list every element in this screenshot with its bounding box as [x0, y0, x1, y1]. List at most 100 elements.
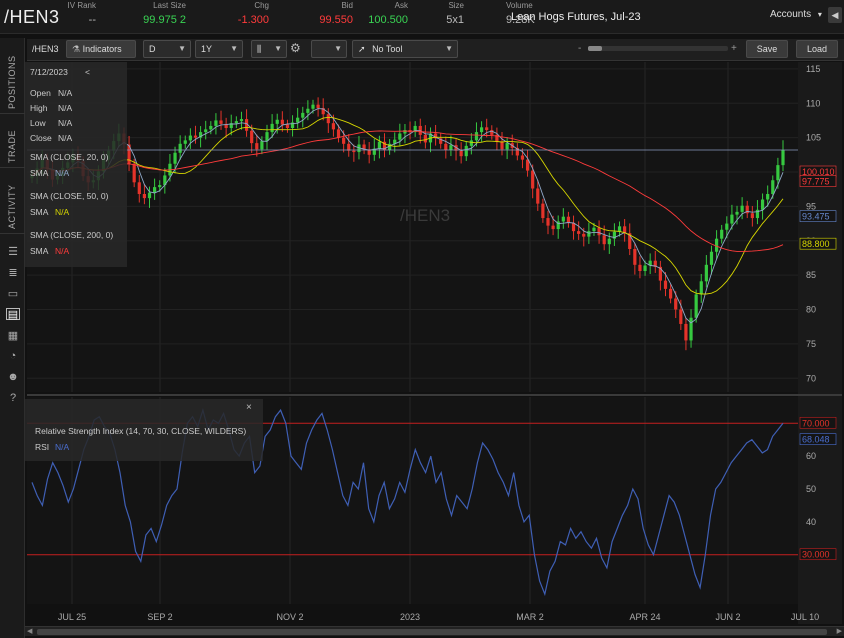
- candle: [173, 152, 177, 164]
- candle: [740, 205, 744, 212]
- candle: [735, 211, 739, 215]
- candle: [316, 104, 320, 109]
- candle: [551, 225, 555, 230]
- rsi-tick-label: 50: [806, 484, 816, 494]
- y-tick-label: 115: [806, 64, 820, 74]
- candle: [720, 229, 724, 239]
- candle: [730, 214, 734, 224]
- candle: [760, 199, 765, 210]
- candle: [714, 238, 719, 252]
- candle: [679, 309, 683, 324]
- y-tick-label: 85: [806, 270, 816, 280]
- candle: [250, 130, 254, 144]
- y-tick-label: 80: [806, 305, 816, 315]
- candle: [352, 150, 356, 153]
- candle: [505, 143, 509, 150]
- candle: [566, 216, 571, 223]
- candle: [663, 280, 668, 289]
- info-close-value: N/A: [58, 133, 73, 143]
- candle: [142, 194, 146, 199]
- y-tick-label: 105: [806, 133, 821, 143]
- sma-value: N/A: [55, 246, 70, 256]
- candle: [674, 298, 678, 310]
- x-tick-label: APR 24: [629, 612, 660, 622]
- candle: [459, 150, 463, 157]
- info-open-value: N/A: [58, 88, 73, 98]
- info-low-value: N/A: [58, 118, 73, 128]
- y-tick-label: 110: [806, 98, 820, 108]
- candle: [485, 127, 489, 131]
- x-tick-label: NOV 2: [276, 612, 303, 622]
- candle: [638, 264, 642, 271]
- scroll-right-icon[interactable]: ▶: [837, 627, 842, 635]
- candle: [255, 143, 259, 150]
- rsi-ref-badge-label: 30.000: [802, 550, 830, 560]
- rsi-ref-badge-label: 70.000: [802, 418, 830, 428]
- candle: [479, 127, 484, 133]
- candle: [306, 108, 310, 113]
- candle: [204, 129, 208, 133]
- candle: [137, 182, 141, 194]
- candle: [183, 140, 187, 144]
- info-low-label: Low: [30, 118, 46, 128]
- info-high-label: High: [30, 103, 48, 113]
- candle: [398, 133, 402, 140]
- candle: [633, 249, 637, 265]
- candle: [582, 233, 586, 237]
- candle: [577, 231, 581, 234]
- data-window: 7/12/2023 < Open N/A High N/A Low N/A Close N/A…: [25, 62, 127, 267]
- rsi-name: RSI: [35, 442, 50, 452]
- x-tick-label: SEP 2: [147, 612, 172, 622]
- candle: [520, 155, 525, 160]
- rsi-info-panel: Relative Strength Index (14, 70, 30, CLO…: [25, 399, 263, 461]
- candle: [188, 135, 192, 141]
- candle: [592, 227, 596, 232]
- candle: [725, 223, 729, 230]
- candle: [546, 218, 550, 226]
- candle: [669, 288, 673, 299]
- candle: [699, 281, 703, 295]
- y-tick-label: 95: [806, 201, 816, 211]
- x-tick-label: 2023: [400, 612, 420, 622]
- rsi-value: N/A: [55, 442, 70, 452]
- value-badge-label: 97.775: [802, 177, 830, 187]
- sma-value: N/A: [55, 207, 70, 217]
- sma-title: SMA (CLOSE, 20, 0): [30, 152, 109, 162]
- candle: [704, 264, 708, 282]
- candle: [331, 123, 336, 130]
- candle: [147, 192, 152, 199]
- price-axis: [798, 62, 842, 624]
- candle: [275, 119, 279, 124]
- candle: [193, 135, 198, 138]
- rsi-value-badge-label: 68.048: [802, 435, 830, 445]
- candle: [234, 121, 238, 124]
- candle: [153, 187, 157, 193]
- rsi-title: Relative Strength Index (14, 70, 30, CLO…: [35, 426, 247, 436]
- scroll-left-icon[interactable]: ◀: [27, 627, 32, 635]
- rsi-tick-label: 60: [806, 451, 816, 461]
- x-tick-label: JUN 2: [715, 612, 740, 622]
- collapse-button[interactable]: <: [85, 67, 90, 77]
- x-tick-label: MAR 2: [516, 612, 544, 622]
- candle: [270, 123, 274, 133]
- x-tick-label: JUL 25: [58, 612, 86, 622]
- candle: [280, 119, 284, 125]
- candle: [214, 120, 218, 126]
- info-date: 7/12/2023: [30, 67, 68, 77]
- candle: [301, 112, 305, 118]
- scrollbar-thumb[interactable]: [37, 629, 827, 635]
- candle: [219, 120, 223, 124]
- horizontal-scrollbar[interactable]: ◀ ▶: [25, 626, 844, 636]
- candle: [296, 117, 300, 123]
- sma-title: SMA (CLOSE, 200, 0): [30, 230, 114, 240]
- candle: [209, 125, 213, 130]
- candle: [607, 238, 611, 245]
- info-close-label: Close: [30, 133, 52, 143]
- value-badge-label: 88.800: [802, 239, 830, 249]
- close-icon[interactable]: ×: [246, 402, 252, 413]
- candle: [536, 188, 540, 204]
- candle: [771, 180, 775, 194]
- candle: [602, 235, 606, 245]
- candle: [766, 194, 770, 200]
- candle: [342, 137, 346, 144]
